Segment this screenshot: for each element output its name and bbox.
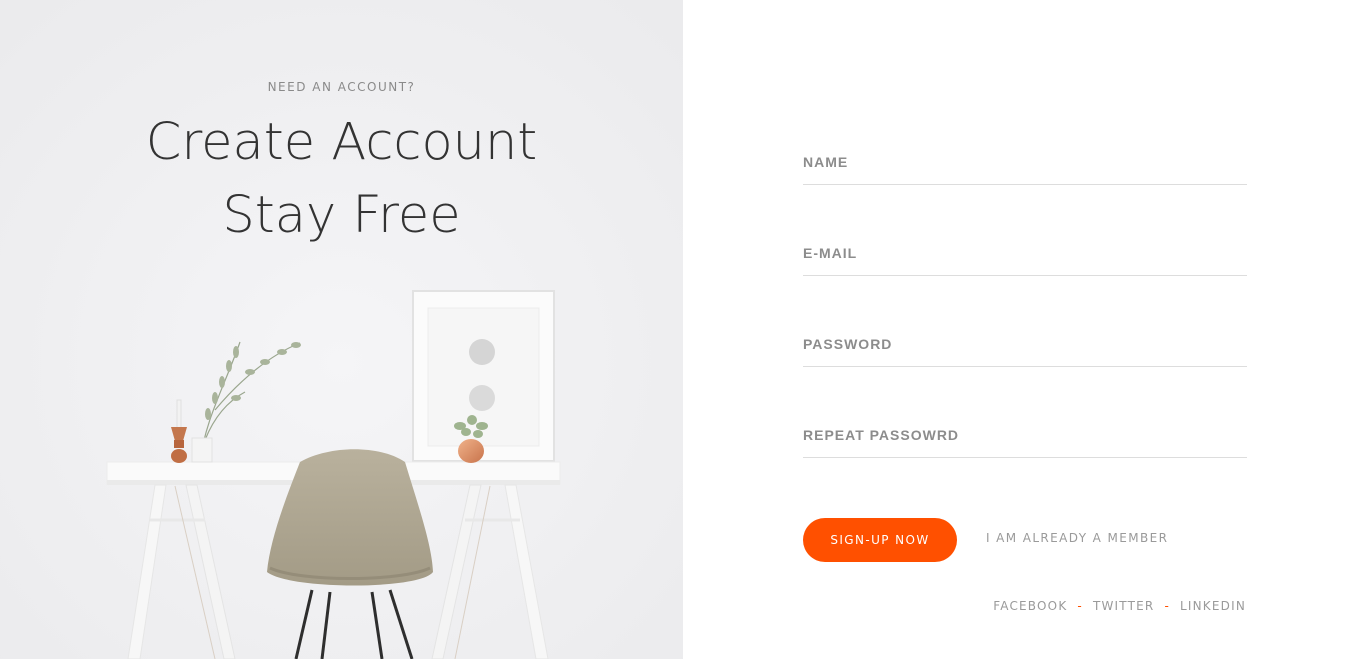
email-field-row — [803, 231, 1247, 276]
hero-headline-line1: Create Account — [145, 113, 538, 172]
hero-headline-line2: Stay Free — [222, 186, 461, 245]
form-actions: SIGN-UP NOW I AM ALREADY A MEMBER — [803, 518, 1247, 562]
twitter-link[interactable]: TWITTER — [1093, 599, 1155, 613]
hero-kicker: NEED AN ACCOUNT? — [267, 80, 416, 94]
social-separator: - — [1164, 599, 1170, 613]
glass-vase — [191, 437, 213, 463]
form-panel: SIGN-UP NOW I AM ALREADY A MEMBER FACEBO… — [683, 0, 1365, 659]
signup-page: NEED AN ACCOUNT? Create Account Stay Fre… — [0, 0, 1365, 659]
picture-frame — [412, 290, 555, 462]
repeat-password-input[interactable] — [803, 413, 1247, 457]
repeat-password-field-row — [803, 413, 1247, 458]
password-input[interactable] — [803, 322, 1247, 366]
name-field-row — [803, 140, 1247, 185]
linkedin-link[interactable]: LINKEDIN — [1180, 599, 1246, 613]
name-input[interactable] — [803, 140, 1247, 184]
email-input[interactable] — [803, 231, 1247, 275]
hero-panel: NEED AN ACCOUNT? Create Account Stay Fre… — [0, 0, 683, 659]
hero-headline: Create Account Stay Free — [0, 106, 683, 252]
social-separator: - — [1077, 599, 1083, 613]
social-links: FACEBOOK - TWITTER - LINKEDIN — [993, 599, 1246, 613]
desk-scene-illustration — [0, 0, 683, 659]
already-member-link[interactable]: I AM ALREADY A MEMBER — [986, 531, 1168, 545]
facebook-link[interactable]: FACEBOOK — [993, 599, 1067, 613]
password-field-row — [803, 322, 1247, 367]
signup-form — [803, 140, 1247, 504]
signup-button[interactable]: SIGN-UP NOW — [803, 518, 957, 562]
